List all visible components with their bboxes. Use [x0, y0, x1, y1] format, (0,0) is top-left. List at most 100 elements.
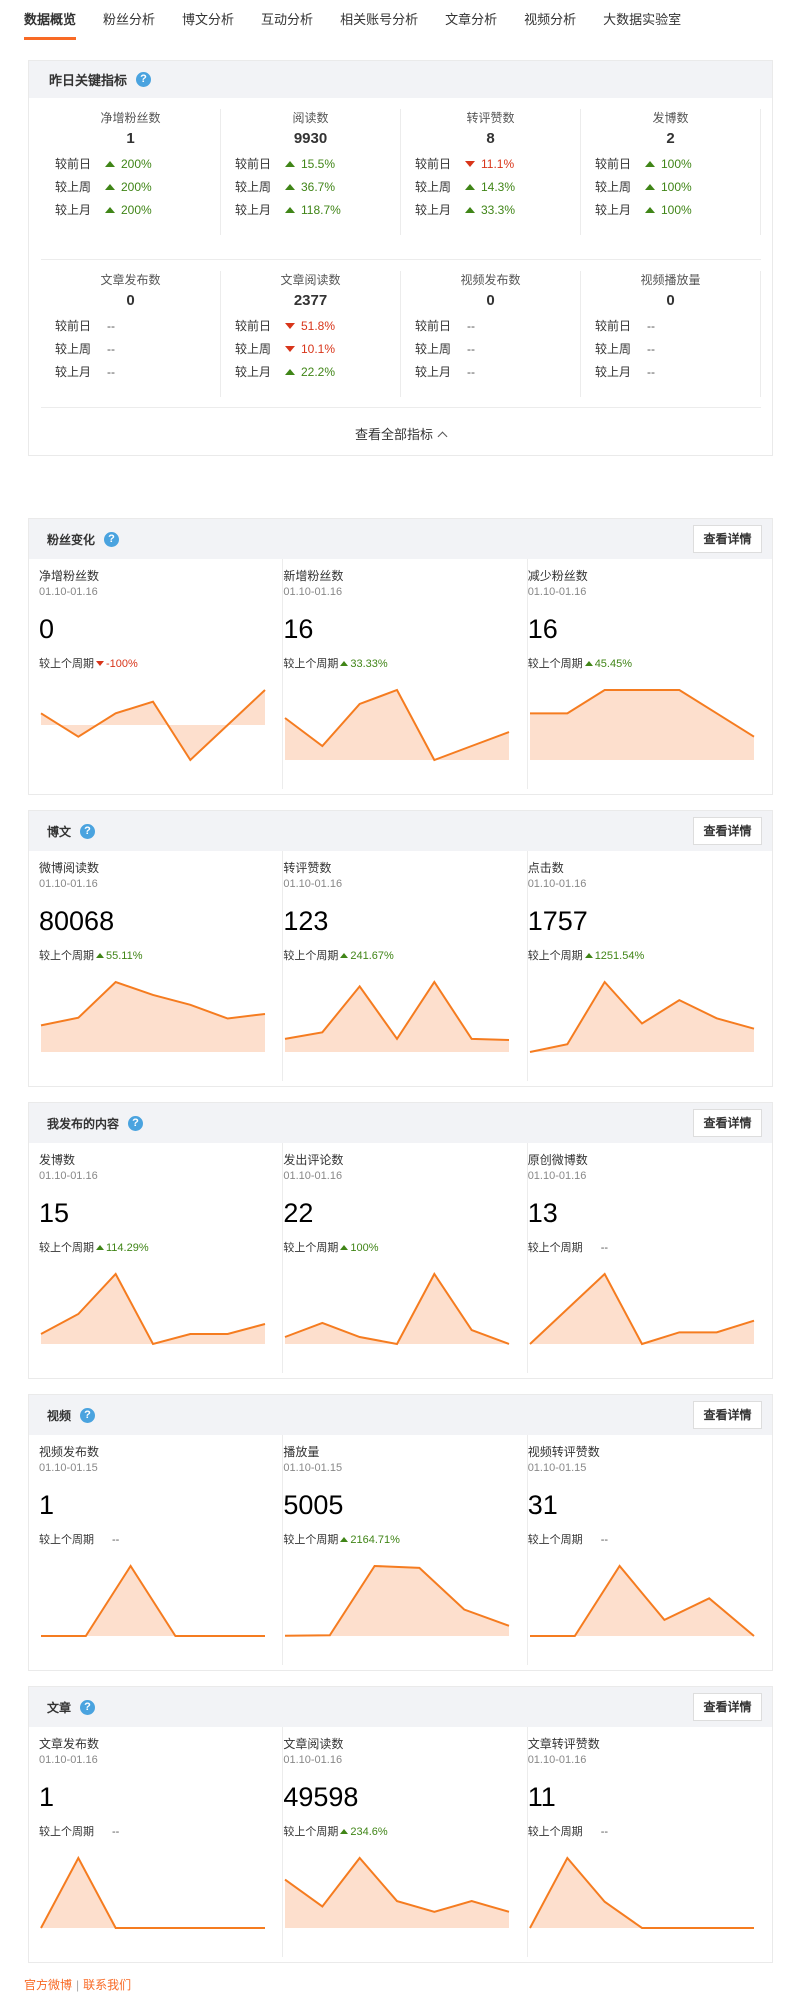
compare-value: --	[600, 1242, 609, 1254]
section-panel: 博文? 查看详情 微博阅读数 01.10-01.16 80068 较上个周期 55.11% 转…	[28, 810, 773, 1087]
view-details-button[interactable]: 查看详情	[693, 1693, 762, 1721]
compare-label: 较前日	[414, 157, 451, 171]
view-details-button[interactable]: 查看详情	[693, 1109, 762, 1137]
compare-value: 1251.54%	[583, 950, 644, 962]
metric-name: 文章发布数	[100, 273, 161, 287]
section-header: 粉丝变化? 查看详情	[29, 519, 772, 559]
sparkline-area	[285, 690, 510, 760]
metric-card: 发博数 01.10-01.16 15 较上个周期 114.29%	[39, 1143, 284, 1373]
help-icon[interactable]: ?	[104, 531, 120, 547]
metric-compare-row: 较上周 10.1%	[221, 338, 400, 361]
compare-label: 较上周	[54, 180, 91, 194]
contact-us-link[interactable]: 联系我们	[83, 1978, 131, 1992]
metric-compare-row: 较上月 22.2%	[221, 361, 400, 384]
compare-value: --	[461, 338, 475, 361]
tab-2[interactable]: 博文分析	[182, 0, 234, 40]
section-header: 视频? 查看详情	[29, 1395, 772, 1435]
help-icon[interactable]: ?	[128, 1115, 144, 1131]
metric-compare-row: 较上月 --	[401, 361, 580, 384]
sparkline-chart	[529, 1564, 755, 1637]
period-compare: 较上个周期 --	[528, 1823, 608, 1839]
help-icon[interactable]: ?	[80, 1699, 96, 1715]
compare-percent: 10.1%	[301, 342, 336, 356]
compare-percent: 100%	[350, 1242, 379, 1254]
compare-value: 200%	[101, 176, 152, 199]
section-panel: 视频? 查看详情 视频发布数 01.10-01.15 1 较上个周期 -- 播放量 01.10-…	[28, 1394, 773, 1671]
compare-label: 较上周	[234, 180, 271, 194]
arrow-up-icon	[285, 207, 295, 213]
arrow-up-icon	[340, 953, 349, 958]
tab-5[interactable]: 文章分析	[445, 0, 497, 40]
sparkline-area	[41, 690, 265, 760]
compare-percent: -100%	[106, 658, 138, 670]
arrow-down-icon	[285, 323, 295, 329]
compare-label: 较上周	[414, 342, 451, 356]
compare-label: 较上个周期	[527, 1534, 583, 1546]
view-details-button[interactable]: 查看详情	[693, 525, 762, 553]
metric-title: 视频转评赞数	[527, 1445, 600, 1459]
compare-value: 100%	[338, 1242, 378, 1254]
sparkline-line	[285, 980, 510, 1041]
date-range: 01.10-01.16	[283, 878, 343, 890]
compare-percent: 200%	[121, 203, 152, 217]
compare-label: 较上个周期	[527, 1826, 583, 1838]
compare-percent: --	[107, 342, 115, 356]
official-weibo-link[interactable]: 官方微博	[24, 1978, 72, 1992]
metric-title: 减少粉丝数	[527, 569, 588, 583]
sparkline-chart	[40, 1272, 266, 1346]
metric-title: 文章阅读数	[283, 1737, 344, 1751]
view-all-metrics-button[interactable]: 查看全部指标	[29, 424, 772, 443]
compare-label: 较上月	[234, 203, 271, 217]
tab-0[interactable]: 数据概览	[24, 0, 77, 40]
section-panel: 文章? 查看详情 文章发布数 01.10-01.16 1 较上个周期 -- 文章阅读数 01.1…	[28, 1686, 773, 1963]
tab-6[interactable]: 视频分析	[524, 0, 576, 40]
section-title: 我发布的内容	[47, 1116, 120, 1131]
compare-value: 2164.71%	[338, 1534, 400, 1546]
compare-label: 较上月	[54, 365, 91, 379]
period-compare: 较上个周期 114.29%	[39, 1239, 149, 1255]
view-details-button[interactable]: 查看详情	[693, 1401, 762, 1429]
compare-value: --	[461, 315, 475, 338]
metric-compare-row: 较前日 --	[581, 315, 760, 338]
sparkline-area	[529, 1274, 754, 1344]
metric-compare-row: 较上周 --	[401, 338, 580, 361]
help-icon[interactable]: ?	[80, 823, 96, 839]
metric-card: 文章阅读数 2377 较前日 51.8% 较上周 10.1% 较上月 22.2%	[221, 271, 401, 397]
compare-percent: --	[647, 319, 655, 333]
metric-value: 0	[126, 292, 135, 309]
compare-percent: --	[647, 342, 655, 356]
compare-value: 51.8%	[281, 315, 335, 338]
compare-value: 11.1%	[461, 153, 514, 176]
metric-compare-row: 较上周 14.3%	[401, 176, 580, 199]
arrow-down-icon	[285, 346, 295, 352]
compare-label: 较上月	[414, 203, 451, 217]
compare-percent: --	[467, 342, 475, 356]
arrow-up-icon	[340, 661, 349, 666]
metric-value: 22	[283, 1198, 314, 1228]
tab-3[interactable]: 互动分析	[261, 0, 313, 40]
arrow-up-icon	[645, 161, 655, 167]
tab-7[interactable]: 大数据实验室	[603, 0, 681, 40]
help-icon[interactable]: ?	[136, 72, 152, 87]
date-range: 01.10-01.16	[527, 1170, 587, 1182]
arrow-up-icon	[285, 184, 295, 190]
arrow-up-icon	[584, 953, 593, 958]
tab-4[interactable]: 相关账号分析	[340, 0, 418, 40]
compare-percent: 33.3%	[481, 203, 516, 217]
view-details-button[interactable]: 查看详情	[693, 817, 762, 845]
sparkline-chart	[40, 980, 266, 1052]
metric-name: 转评赞数	[466, 111, 515, 125]
tab-1[interactable]: 粉丝分析	[103, 0, 155, 40]
view-all-label: 查看全部指标	[354, 427, 433, 442]
section-panel: 我发布的内容? 查看详情 发博数 01.10-01.16 15 较上个周期 114.29% 发…	[28, 1102, 773, 1379]
metric-card: 文章发布数 01.10-01.16 1 较上个周期 --	[39, 1727, 284, 1957]
metric-card: 点击数 01.10-01.16 1757 较上个周期 1251.54%	[528, 851, 772, 1081]
compare-value: --	[101, 361, 115, 384]
compare-value: 200%	[101, 153, 152, 176]
compare-percent: 100%	[661, 203, 692, 217]
compare-percent: 118.7%	[301, 203, 341, 217]
help-icon[interactable]: ?	[80, 1407, 96, 1423]
period-compare: 较上个周期 --	[528, 1531, 608, 1547]
sparkline-area	[529, 1858, 754, 1928]
compare-percent: --	[647, 365, 655, 379]
